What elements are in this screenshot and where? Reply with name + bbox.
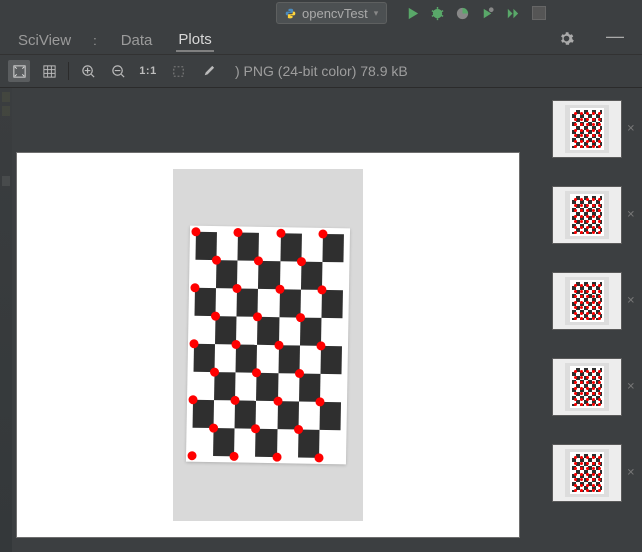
debug-icon[interactable]: [430, 6, 445, 21]
close-icon[interactable]: ✕: [627, 382, 635, 393]
plot-viewport: [12, 88, 532, 552]
close-icon[interactable]: ✕: [627, 124, 635, 135]
plot-toolbar: 1:1 ) PNG (24-bit color) 78.9 kB: [0, 55, 642, 88]
run-coverage-icon[interactable]: [455, 6, 470, 21]
grid-button[interactable]: [38, 60, 60, 82]
thumbnail[interactable]: ✕: [552, 100, 622, 158]
color-picker-button[interactable]: [197, 60, 219, 82]
zoom-in-button[interactable]: [77, 60, 99, 82]
title-bar: opencvTest ▾: [0, 0, 642, 26]
sciview-title: SciView: [18, 32, 71, 49]
thumbnail[interactable]: ✕: [552, 444, 622, 502]
image-canvas[interactable]: [16, 152, 520, 538]
fit-window-button[interactable]: [8, 60, 30, 82]
actual-size-button[interactable]: 1:1: [137, 60, 159, 82]
stop-button[interactable]: [532, 6, 546, 20]
tab-plots[interactable]: Plots: [176, 29, 213, 52]
python-icon: [285, 8, 296, 19]
chevron-down-icon: ▾: [374, 8, 379, 19]
thumbnail[interactable]: ✕: [552, 186, 622, 244]
thumbnail-strip: ✕ ✕ ✕ ✕ ✕: [532, 88, 642, 552]
colon: :: [93, 33, 97, 48]
sciview-tabstrip: SciView : Data Plots —: [0, 26, 642, 55]
crop-button[interactable]: [167, 60, 189, 82]
close-icon[interactable]: ✕: [627, 210, 635, 221]
close-icon[interactable]: ✕: [627, 468, 635, 479]
thumbnail[interactable]: ✕: [552, 358, 622, 416]
image-meta-label: ) PNG (24-bit color) 78.9 kB: [235, 63, 408, 79]
zoom-out-button[interactable]: [107, 60, 129, 82]
run-icon[interactable]: [405, 6, 420, 21]
run-config-label: opencvTest: [302, 6, 368, 21]
gear-icon[interactable]: [559, 31, 574, 49]
run-configuration-selector[interactable]: opencvTest ▾: [276, 2, 387, 24]
photo: [173, 169, 363, 521]
profile-icon[interactable]: [480, 6, 495, 21]
concurrent-icon[interactable]: [505, 6, 520, 21]
thumbnail[interactable]: ✕: [552, 272, 622, 330]
close-icon[interactable]: ✕: [627, 296, 635, 307]
minimize-icon[interactable]: —: [606, 26, 624, 47]
editor-gutter: [0, 88, 12, 552]
tab-data[interactable]: Data: [119, 30, 155, 51]
checkerboard-paper: [186, 226, 350, 465]
